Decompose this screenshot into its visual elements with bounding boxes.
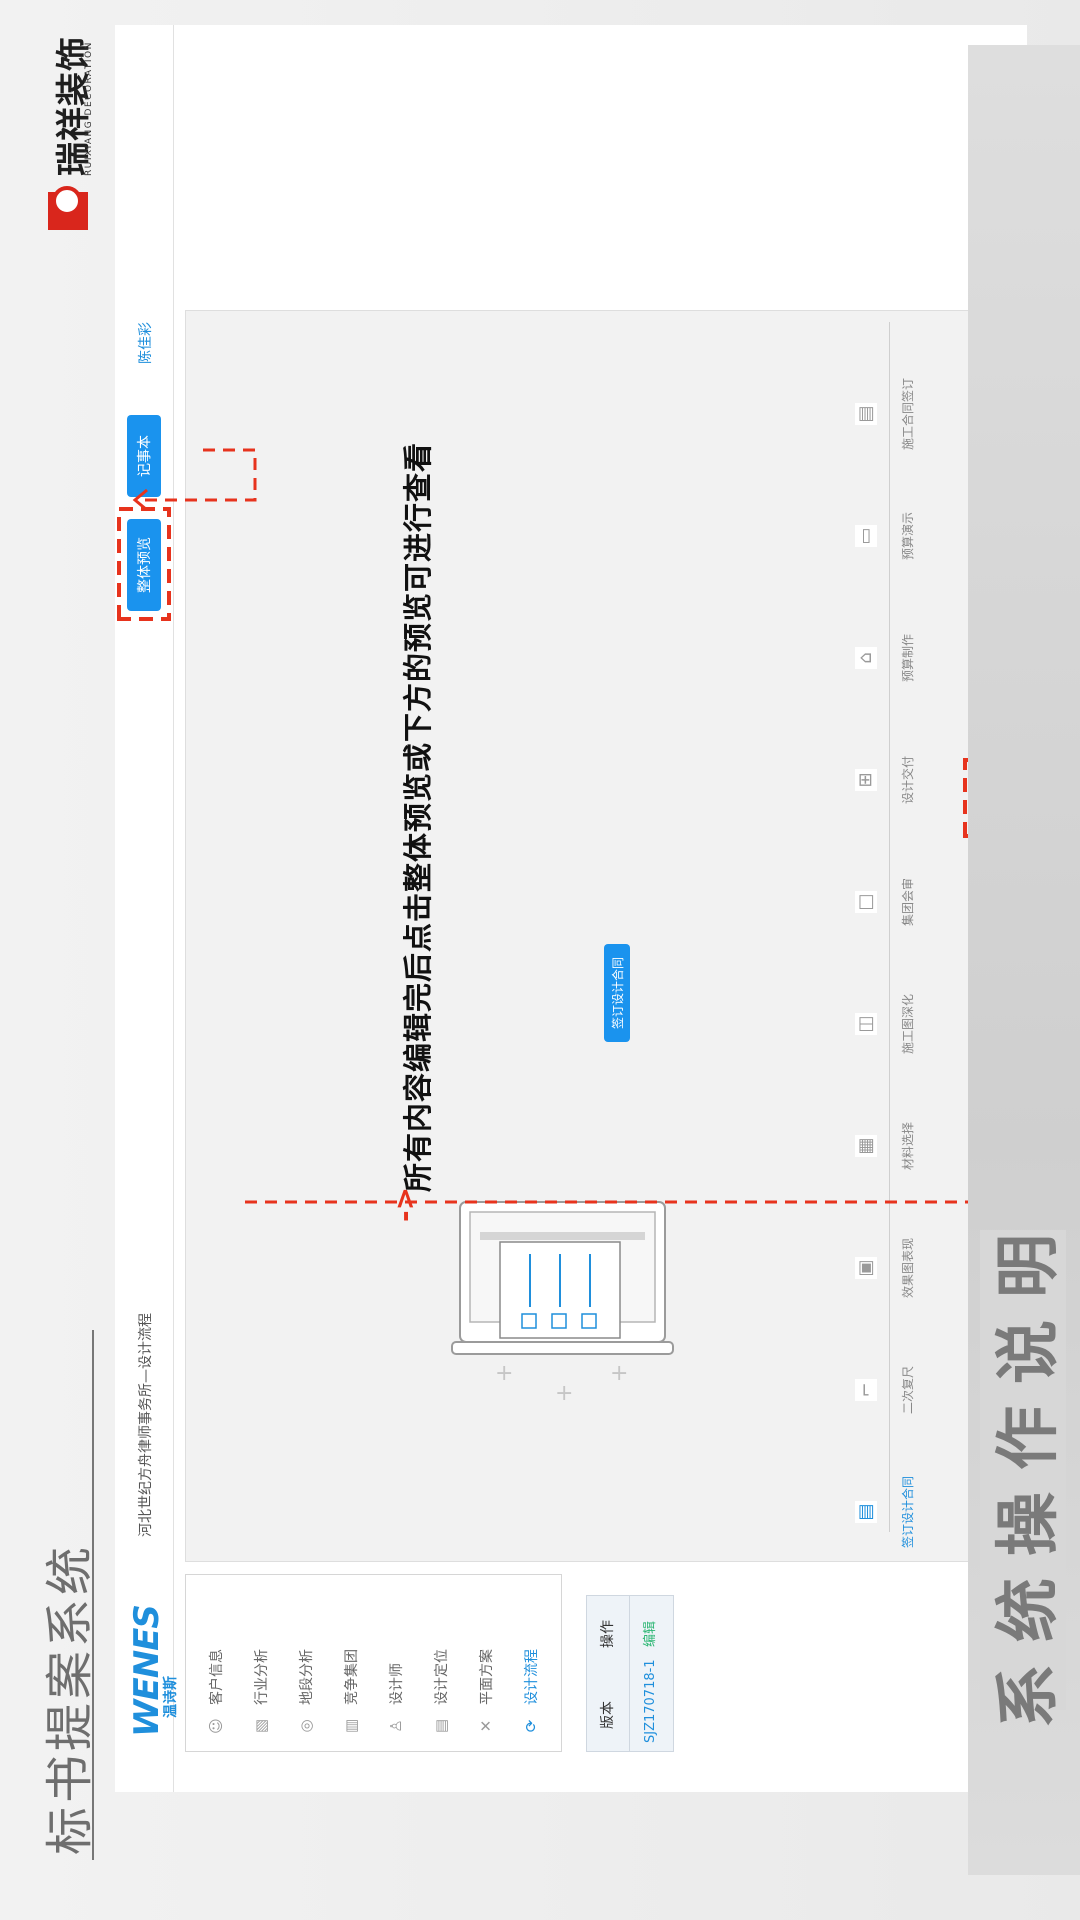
connector-top xyxy=(137,448,257,502)
preview-all-highlight xyxy=(117,507,171,621)
app-window: WENES 温诗斯 河北世纪方舟律师事务所—设计流程 整体预览 记事本 陈佳彩 … xyxy=(115,25,1027,1792)
company-logo: 瑞祥装饰 RUIXIANG DECORATION xyxy=(48,30,108,230)
logo-mark-icon xyxy=(48,192,88,230)
logo-name-en: RUIXIANG DECORATION xyxy=(84,41,94,176)
title-underline xyxy=(92,1330,94,1860)
screenshot-root: 标书提案系统 瑞祥装饰 RUIXIANG DECORATION WENES 温诗… xyxy=(0,0,1080,1920)
slide: 标书提案系统 瑞祥装饰 RUIXIANG DECORATION WENES 温诗… xyxy=(0,0,1080,1920)
annotation-overlay xyxy=(117,448,1015,1204)
connector-bottom xyxy=(245,830,997,1204)
banner-title: 系统操作说明 xyxy=(980,1212,1066,1728)
slide-title: 标书提案系统 xyxy=(42,1542,98,1855)
